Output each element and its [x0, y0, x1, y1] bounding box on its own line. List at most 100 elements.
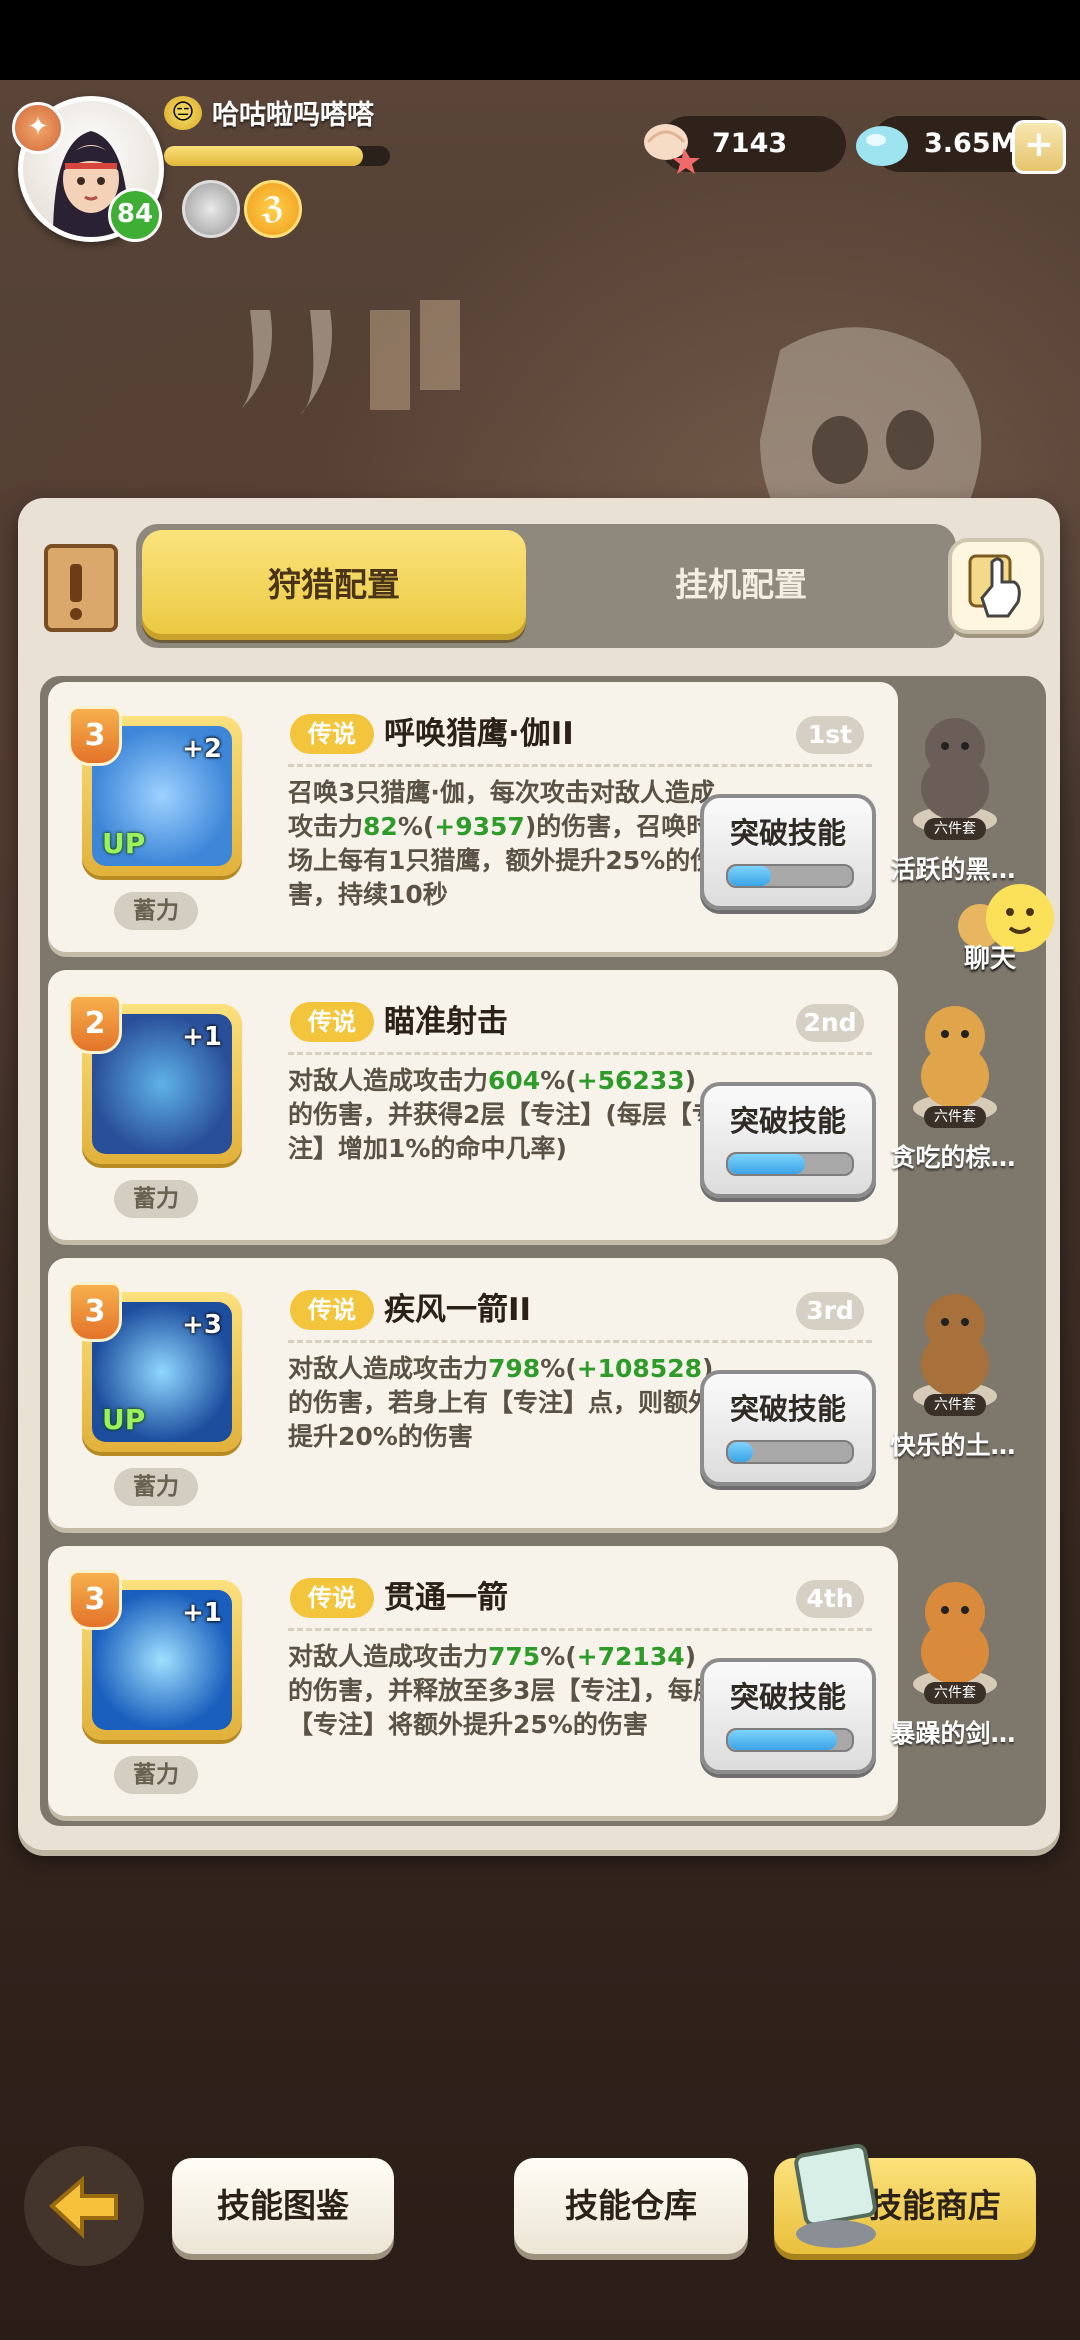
back-button[interactable]	[24, 2146, 144, 2266]
crystal-icon	[856, 126, 908, 166]
skill-description: 对敌人造成攻击力604%(+56233)的伤害，并获得2层【专注】(每层【专注】…	[288, 1064, 718, 1166]
breakthrough-button[interactable]: 突破技能	[700, 1082, 876, 1198]
config-tab-bar: 狩猎配置 挂机配置	[136, 524, 956, 648]
breakthrough-progress-fill	[728, 1730, 838, 1750]
breakthrough-progress-bar	[726, 864, 854, 888]
skill-rarity-tag: 传说	[290, 714, 374, 754]
skill-card[interactable]: +2 UP 3 蓄力 传说 呼唤猎鹰·伽II 1st 召唤3只猎鹰·伽，每次攻击…	[48, 682, 898, 952]
crystal-currency: 3.65M +	[856, 116, 1066, 174]
skill-name: 瞄准射击	[384, 1004, 508, 1040]
divider	[288, 1628, 872, 1631]
pet-set-tag: 六件套	[924, 1106, 986, 1128]
back-arrow-icon	[49, 2175, 118, 2239]
divider	[288, 1052, 872, 1055]
skill-rank-tag: 3rd	[796, 1292, 864, 1330]
breakthrough-progress-fill	[728, 866, 772, 886]
skill-level-shield: 2	[68, 994, 122, 1054]
breakthrough-progress-fill	[728, 1154, 805, 1174]
pet-slot[interactable]: 六件套 暴躁的剑…	[880, 1542, 1026, 1812]
pet-set-tag: 六件套	[924, 1682, 986, 1704]
skill-rarity-tag: 传说	[290, 1002, 374, 1042]
skill-charge-tag: 蓄力	[114, 892, 198, 930]
hand-pointer-button[interactable]	[948, 538, 1044, 634]
skill-name: 呼唤猎鹰·伽II	[384, 716, 574, 752]
shop-sign-icon	[794, 2143, 877, 2248]
pet-name: 快乐的土…	[890, 1431, 1016, 1460]
skill-rank-tag: 1st	[796, 716, 864, 754]
skill-plus-level: +1	[182, 1598, 222, 1628]
pet-figure-icon	[913, 1006, 997, 1122]
xp-fill	[164, 146, 363, 166]
player-level-badge: 84	[108, 188, 162, 242]
pet-figure-icon	[913, 718, 997, 834]
desc-text: 对敌人造成攻击力	[288, 1354, 489, 1383]
breakthrough-button[interactable]: 突破技能	[700, 1370, 876, 1486]
breakthrough-button[interactable]: 突破技能	[700, 1658, 876, 1774]
skill-description: 对敌人造成攻击力798%(+108528)的伤害，若身上有【专注】点，则额外提升…	[288, 1352, 718, 1454]
scroll-warning-icon[interactable]	[36, 540, 126, 636]
breakthrough-label: 突破技能	[729, 1392, 846, 1426]
skill-card[interactable]: +1 3 蓄力 传说 贯通一箭 4th 对敌人造成攻击力775%(+72134)…	[48, 1546, 898, 1816]
skill-charge-tag: 蓄力	[114, 1180, 198, 1218]
desc-text: 对敌人造成攻击力	[288, 1642, 489, 1671]
breakthrough-label: 突破技能	[729, 1680, 846, 1714]
divider	[288, 1340, 872, 1343]
add-crystal-button[interactable]: +	[1012, 120, 1066, 174]
fang-decoration	[240, 300, 460, 415]
tab-idle-config[interactable]: 挂机配置	[532, 530, 950, 640]
desc-percent: 604	[488, 1066, 541, 1095]
pet-name: 贪吃的棕…	[890, 1143, 1016, 1172]
skill-charge-tag: 蓄力	[114, 1468, 198, 1506]
breakthrough-label: 突破技能	[729, 1104, 846, 1138]
skill-rarity-tag: 传说	[290, 1290, 374, 1330]
desc-text: %(	[540, 1354, 577, 1383]
skill-card[interactable]: +1 2 蓄力 传说 瞄准射击 2nd 对敌人造成攻击力604%(+56233)…	[48, 970, 898, 1240]
coin-event-icon[interactable]: ℨ	[244, 180, 302, 238]
skill-up-indicator: UP	[102, 1403, 146, 1436]
skill-plus-level: +2	[182, 734, 222, 764]
skill-rarity-tag: 传说	[290, 1578, 374, 1618]
skill-shop-label: 技能商店	[869, 2186, 1001, 2225]
desc-bonus: +108528	[576, 1354, 703, 1383]
shell-starfish-icon	[644, 124, 700, 174]
settings-gear-icon[interactable]	[182, 180, 240, 238]
skill-rank-tag: 2nd	[796, 1004, 864, 1042]
hand-pointer-icon	[968, 554, 1021, 618]
skill-charge-tag: 蓄力	[114, 1756, 198, 1794]
skill-level-shield: 3	[68, 1282, 122, 1342]
breakthrough-progress-bar	[726, 1440, 854, 1464]
skill-name: 贯通一箭	[384, 1580, 508, 1616]
skill-description: 对敌人造成攻击力775%(+72134)的伤害，并释放至多3层【专注】，每层【专…	[288, 1640, 718, 1742]
status-bar	[0, 0, 1080, 80]
skill-warehouse-button[interactable]: 技能仓库	[514, 2158, 748, 2254]
skill-card[interactable]: +3 UP 3 蓄力 传说 疾风一箭II 3rd 对敌人造成攻击力798%(+1…	[48, 1258, 898, 1528]
skill-rank-tag: 4th	[796, 1580, 864, 1618]
emoji-face-icon: 😑	[164, 96, 202, 130]
desc-text: %(	[540, 1642, 577, 1671]
claw-badge-icon: ✦	[12, 102, 64, 154]
shell-amount: 7143	[712, 128, 788, 159]
desc-percent: 798	[488, 1354, 541, 1383]
skill-level-shield: 3	[68, 706, 122, 766]
breakthrough-progress-bar	[726, 1152, 854, 1176]
skill-plus-level: +3	[182, 1310, 222, 1340]
skill-codex-button[interactable]: 技能图鉴	[172, 2158, 394, 2254]
breakthrough-button[interactable]: 突破技能	[700, 794, 876, 910]
pet-figure-icon	[913, 1294, 997, 1410]
pet-set-tag: 六件套	[924, 1394, 986, 1416]
desc-text: 对敌人造成攻击力	[288, 1066, 489, 1095]
skill-name: 疾风一箭II	[384, 1292, 532, 1328]
desc-bonus: +72134	[576, 1642, 685, 1671]
desc-bonus: +56233	[576, 1066, 685, 1095]
desc-percent: 82	[363, 812, 398, 841]
crystal-amount: 3.65M	[924, 128, 1018, 159]
pet-name: 暴躁的剑…	[890, 1719, 1016, 1748]
divider	[288, 764, 872, 767]
tab-hunting-config[interactable]: 狩猎配置	[142, 530, 526, 640]
pet-slot[interactable]: 六件套 快乐的土…	[880, 1254, 1026, 1524]
player-name: 哈咕啦吗嗒嗒	[212, 100, 374, 131]
xp-bar	[164, 146, 390, 166]
pet-figure-icon	[913, 1582, 997, 1698]
desc-text: %(	[540, 1066, 577, 1095]
pet-slot[interactable]: 六件套 贪吃的棕…	[880, 966, 1026, 1236]
